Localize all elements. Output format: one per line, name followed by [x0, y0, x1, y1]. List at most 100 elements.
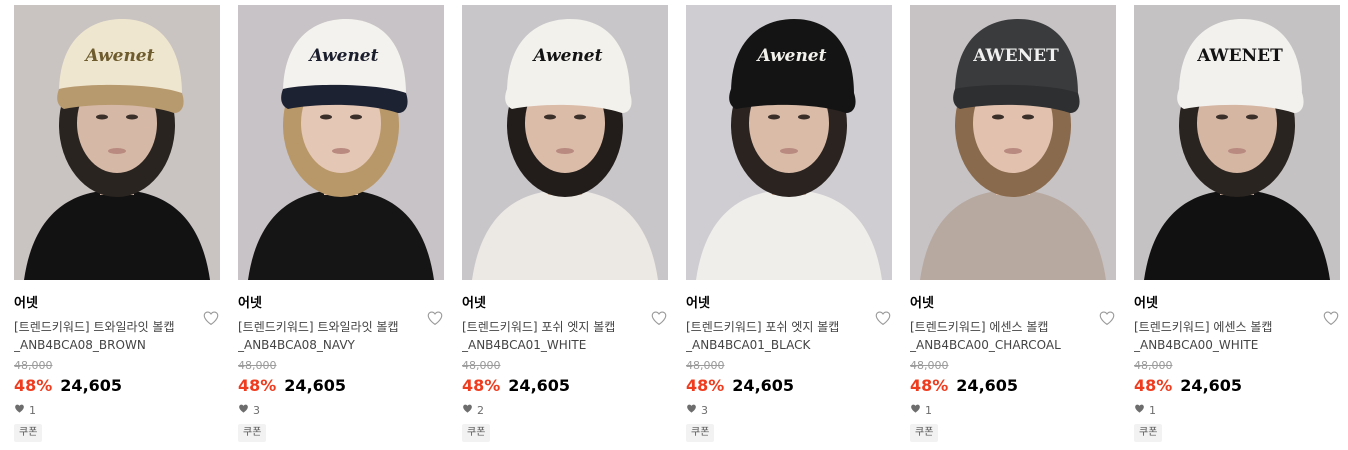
price-row: 48% 24,605 [238, 375, 444, 397]
wishlist-heart-icon[interactable] [1322, 309, 1340, 327]
product-name[interactable]: [트렌드키워드] 트와일라잇 볼캡 _ANB4BCA08_NAVY [238, 318, 444, 354]
brand-name[interactable]: 어넷 [14, 295, 220, 313]
like-count-value: 1 [1149, 403, 1156, 417]
model-lips [780, 148, 798, 154]
sale-price: 24,605 [284, 376, 347, 395]
brand-name[interactable]: 어넷 [910, 295, 1116, 313]
wishlist-heart-icon[interactable] [650, 309, 668, 327]
product-image[interactable]: Awenet [238, 5, 444, 280]
price-row: 48% 24,605 [686, 375, 892, 397]
product-name[interactable]: [트렌드키워드] 트와일라잇 볼캡 _ANB4BCA08_BROWN [14, 318, 220, 354]
brand-name[interactable]: 어넷 [238, 295, 444, 313]
like-count-value: 3 [253, 403, 260, 417]
coupon-badge: 쿠폰 [1134, 424, 1163, 442]
product-image[interactable]: Awenet [14, 5, 220, 280]
product-card[interactable]: AWENET 어넷 [트렌드키워드] 에센스 볼캡 _ANB4BCA00_CHA… [910, 5, 1116, 442]
product-image[interactable]: Awenet [686, 5, 892, 280]
model-photo: AWENET [1134, 5, 1340, 280]
original-price: 48,000 [1134, 359, 1173, 372]
original-price: 48,000 [686, 359, 725, 372]
product-info: 어넷 [트렌드키워드] 포쉬 엣지 볼캡 _ANB4BCA01_BLACK 48… [686, 295, 892, 442]
product-info: 어넷 [트렌드키워드] 에센스 볼캡 _ANB4BCA00_WHITE 48,0… [1134, 295, 1340, 442]
like-count: 3 [686, 402, 892, 418]
product-card[interactable]: Awenet 어넷 [트렌드키워드] 포쉬 엣지 볼캡 _ANB4BCA01_B… [686, 5, 892, 442]
model-lips [108, 148, 126, 154]
model-eye-right [350, 114, 362, 120]
original-price: 48,000 [910, 359, 949, 372]
product-name[interactable]: [트렌드키워드] 에센스 볼캡 _ANB4BCA00_WHITE [1134, 318, 1340, 354]
price-row: 48% 24,605 [1134, 375, 1340, 397]
heart-filled-icon [14, 403, 25, 417]
model-eye-right [1022, 114, 1034, 120]
wishlist-heart-icon[interactable] [1098, 309, 1116, 327]
model-photo: Awenet [238, 5, 444, 280]
price-row: 48% 24,605 [14, 375, 220, 397]
cap-logo: AWENET [1196, 46, 1283, 66]
cap-logo: Awenet [84, 46, 155, 66]
model-eye-left [992, 114, 1004, 120]
heart-filled-icon [462, 403, 473, 417]
product-card[interactable]: Awenet 어넷 [트렌드키워드] 포쉬 엣지 볼캡 _ANB4BCA01_W… [462, 5, 668, 442]
discount-rate: 48% [686, 376, 725, 395]
original-price: 48,000 [238, 359, 277, 372]
sale-price: 24,605 [508, 376, 571, 395]
product-image[interactable]: AWENET [1134, 5, 1340, 280]
product-name[interactable]: [트렌드키워드] 포쉬 엣지 볼캡 _ANB4BCA01_BLACK [686, 318, 892, 354]
model-eye-right [798, 114, 810, 120]
cap-logo: Awenet [532, 46, 603, 66]
product-info: 어넷 [트렌드키워드] 에센스 볼캡 _ANB4BCA00_CHARCOAL 4… [910, 295, 1116, 442]
cap-logo: Awenet [308, 46, 379, 66]
sale-price: 24,605 [956, 376, 1019, 395]
like-count: 2 [462, 402, 668, 418]
sale-price: 24,605 [732, 376, 795, 395]
product-card[interactable]: Awenet 어넷 [트렌드키워드] 트와일라잇 볼캡 _ANB4BCA08_N… [238, 5, 444, 442]
product-name[interactable]: [트렌드키워드] 에센스 볼캡 _ANB4BCA00_CHARCOAL [910, 318, 1116, 354]
coupon-badge: 쿠폰 [14, 424, 43, 442]
discount-rate: 48% [1134, 376, 1173, 395]
product-card[interactable]: AWENET 어넷 [트렌드키워드] 에센스 볼캡 _ANB4BCA00_WHI… [1134, 5, 1340, 442]
discount-rate: 48% [14, 376, 53, 395]
product-grid: Awenet 어넷 [트렌드키워드] 트와일라잇 볼캡 _ANB4BCA08_B… [0, 0, 1348, 442]
heart-filled-icon [910, 403, 921, 417]
brand-name[interactable]: 어넷 [462, 295, 668, 313]
like-count: 1 [1134, 402, 1340, 418]
model-eye-left [96, 114, 108, 120]
like-count-value: 1 [925, 403, 932, 417]
model-eye-left [320, 114, 332, 120]
model-photo: Awenet [14, 5, 220, 280]
like-count: 1 [910, 402, 1116, 418]
model-lips [332, 148, 350, 154]
like-count-value: 2 [477, 403, 484, 417]
wishlist-heart-icon[interactable] [874, 309, 892, 327]
model-eye-right [126, 114, 138, 120]
product-image[interactable]: AWENET [910, 5, 1116, 280]
heart-filled-icon [238, 403, 249, 417]
wishlist-heart-icon[interactable] [426, 309, 444, 327]
like-count-value: 1 [29, 403, 36, 417]
coupon-badge: 쿠폰 [686, 424, 715, 442]
like-count-value: 3 [701, 403, 708, 417]
wishlist-heart-icon[interactable] [202, 309, 220, 327]
model-eye-left [768, 114, 780, 120]
model-eye-right [574, 114, 586, 120]
model-lips [1228, 148, 1246, 154]
coupon-badge: 쿠폰 [238, 424, 267, 442]
model-photo: AWENET [910, 5, 1116, 280]
model-photo: Awenet [462, 5, 668, 280]
original-price: 48,000 [462, 359, 501, 372]
product-image[interactable]: Awenet [462, 5, 668, 280]
cap-logo: AWENET [972, 46, 1059, 66]
price-row: 48% 24,605 [462, 375, 668, 397]
brand-name[interactable]: 어넷 [1134, 295, 1340, 313]
model-lips [1004, 148, 1022, 154]
product-info: 어넷 [트렌드키워드] 포쉬 엣지 볼캡 _ANB4BCA01_WHITE 48… [462, 295, 668, 442]
brand-name[interactable]: 어넷 [686, 295, 892, 313]
sale-price: 24,605 [1180, 376, 1243, 395]
price-row: 48% 24,605 [910, 375, 1116, 397]
sale-price: 24,605 [60, 376, 123, 395]
like-count: 1 [14, 402, 220, 418]
product-card[interactable]: Awenet 어넷 [트렌드키워드] 트와일라잇 볼캡 _ANB4BCA08_B… [14, 5, 220, 442]
model-lips [556, 148, 574, 154]
product-name[interactable]: [트렌드키워드] 포쉬 엣지 볼캡 _ANB4BCA01_WHITE [462, 318, 668, 354]
heart-filled-icon [686, 403, 697, 417]
